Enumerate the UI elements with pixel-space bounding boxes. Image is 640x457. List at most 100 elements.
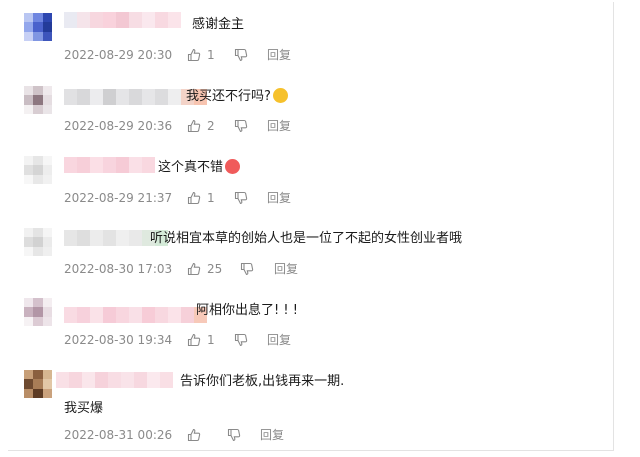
heart-eyes-emoji <box>225 159 241 174</box>
thumbs-up-icon[interactable] <box>187 191 201 205</box>
reply-button[interactable]: 回复 <box>260 427 284 443</box>
avatar[interactable] <box>24 156 52 184</box>
username-mosaic-cell <box>77 230 90 246</box>
username-mosaic-cell <box>155 12 168 28</box>
avatar-mosaic-cell <box>33 156 43 166</box>
comment-time: 2022-08-31 00:26 <box>64 428 173 442</box>
username-mosaic-cell <box>64 307 77 323</box>
avatar-mosaic-cell <box>42 156 52 166</box>
thumbs-down-icon[interactable] <box>227 428 241 442</box>
avatar-mosaic-cell <box>33 246 43 256</box>
avatar-mosaic-cell <box>42 95 52 105</box>
username-mosaic-cell <box>155 307 168 323</box>
comment-time: 2022-08-29 20:30 <box>64 48 173 62</box>
wink-face-emoji <box>272 88 288 103</box>
thumbs-down-icon[interactable] <box>234 191 248 205</box>
avatar-mosaic-cell <box>33 13 43 23</box>
username[interactable] <box>64 157 155 173</box>
reply-button[interactable]: 回复 <box>267 118 291 134</box>
username-mosaic-cell <box>129 89 142 105</box>
like-count: 25 <box>207 262 223 276</box>
thumbs-up-icon[interactable] <box>187 48 201 62</box>
username-mosaic-cell <box>77 307 90 323</box>
username-mosaic-cell <box>142 157 155 173</box>
username-mosaic-cell <box>64 230 77 246</box>
username-mosaic-cell <box>142 89 155 105</box>
username-mosaic-cell <box>116 89 129 105</box>
comment-time: 2022-08-29 20:36 <box>64 119 173 133</box>
avatar-mosaic-cell <box>24 13 34 23</box>
avatar-mosaic-cell <box>42 298 52 308</box>
username-mosaic-cell <box>129 307 142 323</box>
avatar-mosaic-cell <box>33 237 43 247</box>
avatar-mosaic-cell <box>33 228 43 238</box>
reply-button[interactable]: 回复 <box>267 47 291 63</box>
username-mosaic-cell <box>64 12 77 28</box>
like-count: 1 <box>207 333 215 347</box>
thumbs-up-icon[interactable] <box>187 262 201 276</box>
avatar-mosaic-cell <box>24 298 34 308</box>
reply-button[interactable]: 回复 <box>267 332 291 348</box>
avatar[interactable] <box>24 86 52 114</box>
avatar-mosaic-cell <box>24 86 34 96</box>
username-mosaic-cell <box>90 230 103 246</box>
reply-button[interactable]: 回复 <box>267 190 291 206</box>
like-count: 1 <box>207 191 215 205</box>
avatar-mosaic-cell <box>33 104 43 114</box>
avatar-mosaic-cell <box>24 165 34 175</box>
avatar-mosaic-cell <box>42 246 52 256</box>
comment-time: 2022-08-30 17:03 <box>64 262 173 276</box>
thumbs-down-icon[interactable] <box>234 48 248 62</box>
avatar-mosaic-cell <box>42 104 52 114</box>
username-mosaic-cell <box>103 230 116 246</box>
avatar-mosaic-cell <box>42 379 52 389</box>
username-mosaic-cell <box>155 89 168 105</box>
username-mosaic-cell <box>90 157 103 173</box>
avatar-mosaic-cell <box>33 86 43 96</box>
avatar-mosaic-cell <box>24 104 34 114</box>
username[interactable] <box>64 12 181 28</box>
username-mosaic-cell <box>142 12 155 28</box>
avatar-mosaic-cell <box>42 31 52 41</box>
avatar[interactable] <box>24 298 52 326</box>
avatar-mosaic-cell <box>24 237 34 247</box>
username-mosaic-cell <box>77 89 90 105</box>
thumbs-down-icon[interactable] <box>240 262 254 276</box>
avatar-mosaic-cell <box>42 228 52 238</box>
avatar-mosaic-cell <box>42 307 52 317</box>
thumbs-up-icon[interactable] <box>187 333 201 347</box>
avatar-mosaic-cell <box>33 22 43 32</box>
avatar[interactable] <box>24 228 52 256</box>
thumbs-up-icon[interactable] <box>187 428 201 442</box>
username-mosaic-cell <box>129 12 142 28</box>
username-mosaic-cell <box>116 230 129 246</box>
avatar-mosaic-cell <box>24 388 34 398</box>
username[interactable] <box>64 307 207 323</box>
thumbs-down-icon[interactable] <box>234 119 248 133</box>
thumbs-up-icon[interactable] <box>187 119 201 133</box>
avatar-mosaic-cell <box>24 156 34 166</box>
thumbs-down-icon[interactable] <box>234 333 248 347</box>
like-count: 1 <box>207 48 215 62</box>
comment-text: 阿相你出息了! ! ! <box>196 303 298 318</box>
avatar-mosaic-cell <box>24 370 34 380</box>
username-mosaic-cell <box>77 12 90 28</box>
avatar-mosaic-cell <box>42 174 52 184</box>
avatar-mosaic-cell <box>24 307 34 317</box>
username[interactable] <box>56 372 173 388</box>
username-mosaic-cell <box>129 157 142 173</box>
avatar-mosaic-cell <box>24 22 34 32</box>
username-mosaic-cell <box>103 157 116 173</box>
username-mosaic-cell <box>90 307 103 323</box>
username-mosaic-cell <box>160 372 173 388</box>
reply-button[interactable]: 回复 <box>274 261 298 277</box>
username-mosaic-cell <box>64 89 77 105</box>
avatar[interactable] <box>24 370 52 398</box>
comment-time: 2022-08-30 19:34 <box>64 333 173 347</box>
username-mosaic-cell <box>103 307 116 323</box>
comment-text: 我买还不行吗? <box>186 88 288 106</box>
avatar-mosaic-cell <box>33 31 43 41</box>
avatar[interactable] <box>24 13 52 41</box>
username-mosaic-cell <box>168 307 181 323</box>
comment-text-content: 我买还不行吗? <box>186 89 271 104</box>
